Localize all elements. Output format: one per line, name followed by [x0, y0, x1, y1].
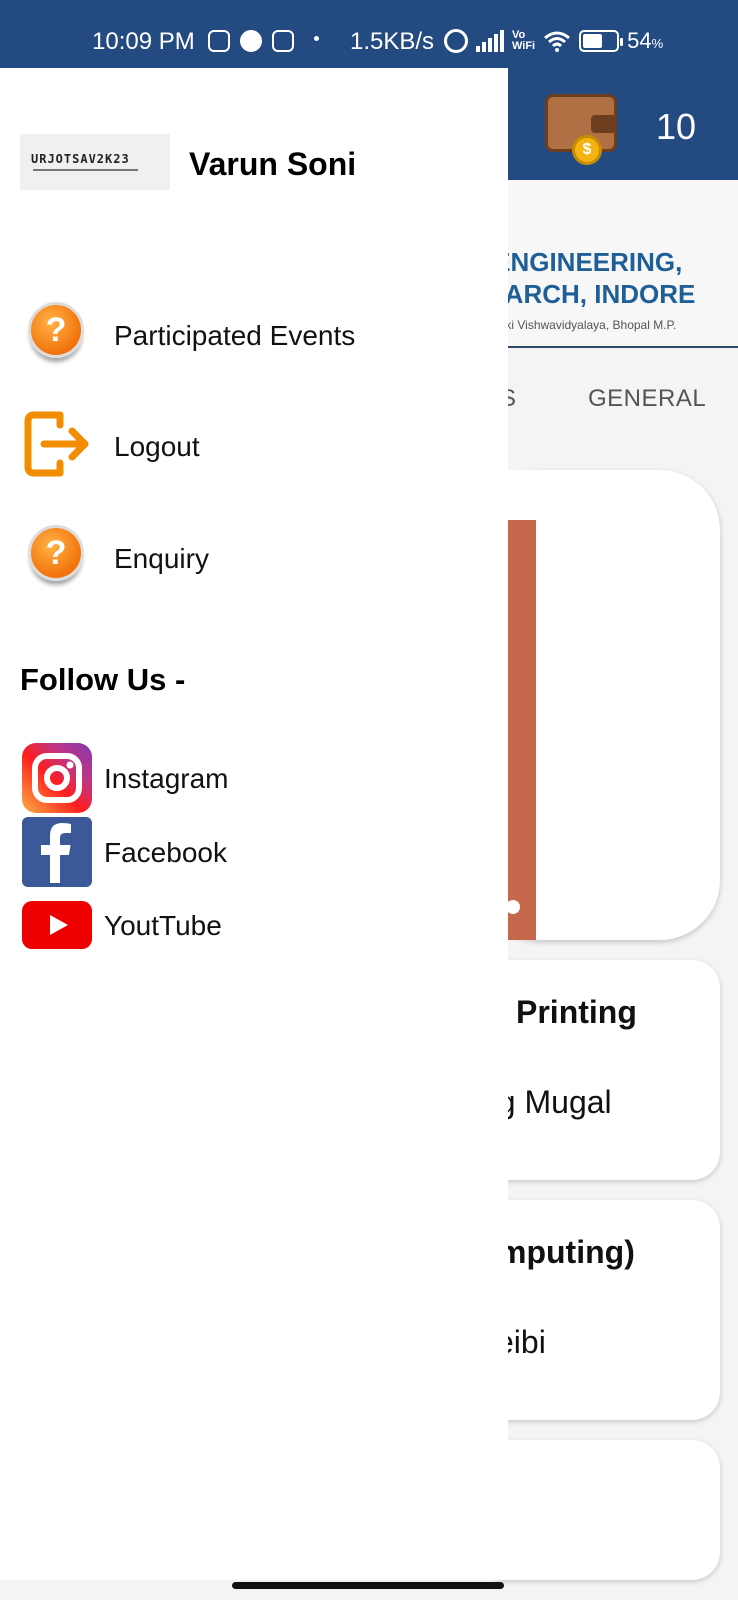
- menu-item-participated-events[interactable]: ? Participated Events: [0, 292, 508, 372]
- social-label: Instagram: [104, 763, 229, 794]
- network-speed: 1.5KB/s: [350, 28, 435, 55]
- social-link-instagram[interactable]: Instagram: [0, 743, 508, 813]
- social-label: Facebook: [104, 837, 227, 868]
- facebook-icon: [22, 817, 92, 887]
- wallet-icon[interactable]: $: [545, 94, 617, 165]
- event-card[interactable]: [480, 1440, 720, 1580]
- status-time: 10:09 PM: [92, 28, 195, 55]
- menu-item-label: Enquiry: [114, 543, 209, 574]
- logout-icon: [24, 411, 89, 477]
- menu-item-logout[interactable]: Logout: [0, 403, 508, 483]
- user-name: Varun Soni: [189, 146, 357, 182]
- alarm-icon: [444, 29, 468, 53]
- menu-item-enquiry[interactable]: ? Enquiry: [0, 515, 508, 595]
- social-label: YoutTube: [104, 910, 222, 941]
- more-notifications-dot: [314, 36, 319, 41]
- gesture-navigation-bar[interactable]: [232, 1582, 504, 1589]
- carousel-indicator: [506, 900, 520, 914]
- social-link-facebook[interactable]: Facebook: [0, 817, 508, 887]
- youtube-icon: [22, 901, 92, 949]
- help-icon: ?: [28, 302, 84, 358]
- system-icons: Vo WiFi 54%: [444, 28, 663, 54]
- wifi-icon: [544, 31, 571, 52]
- help-icon: ?: [28, 525, 84, 581]
- battery-icon: [579, 30, 624, 52]
- status-bar: 10:09 PM 1.5KB/s Vo WiFi 54%: [0, 0, 738, 68]
- follow-us-heading: Follow Us -: [20, 662, 186, 697]
- instagram-icon: [208, 30, 230, 52]
- social-link-youtube[interactable]: YoutTube: [0, 890, 508, 960]
- menu-item-label: Participated Events: [114, 320, 356, 351]
- battery-percent: 54%: [627, 28, 664, 53]
- notification-icons: [208, 30, 294, 52]
- event-card[interactable]: Printing eg Mugal: [480, 960, 720, 1180]
- event-title: Printing: [516, 994, 637, 1030]
- coin-count: 10: [656, 106, 697, 147]
- vowifi-label: Vo WiFi: [512, 29, 536, 52]
- event-title: mputing): [498, 1234, 635, 1270]
- event-card[interactable]: mputing) yeibi: [480, 1200, 720, 1420]
- tab-general[interactable]: GENERAL: [588, 385, 706, 413]
- app-logo-text: URJOTSAV2K23: [31, 152, 130, 166]
- instagram-icon: [272, 30, 294, 52]
- coin-icon: $: [572, 135, 602, 165]
- signal-icon: [476, 30, 504, 52]
- instagram-icon: [22, 743, 92, 813]
- app-logo-tagline: [33, 169, 138, 171]
- facebook-icon: [240, 30, 262, 52]
- menu-item-label: Logout: [114, 431, 200, 462]
